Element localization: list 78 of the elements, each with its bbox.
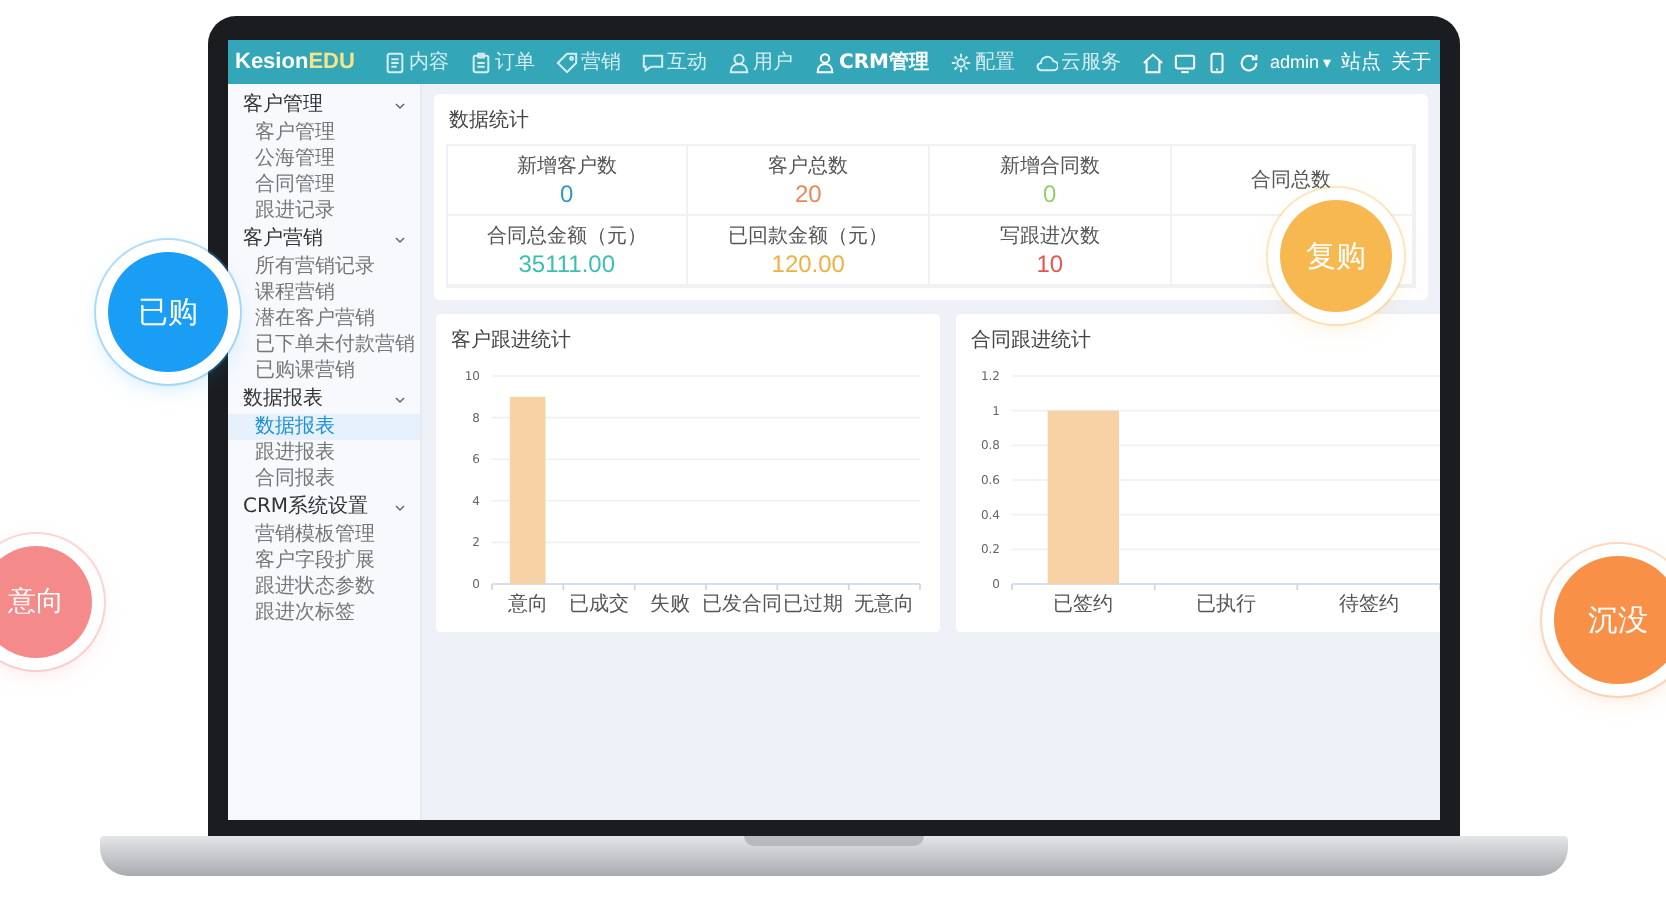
tag-bubble: 意向 bbox=[0, 546, 92, 658]
sidebar-item[interactable]: 已下单未付款营销 bbox=[227, 332, 419, 358]
chart-title: 客户跟进统计 bbox=[451, 327, 573, 354]
stat-label: 合同总数 bbox=[1251, 167, 1332, 194]
refresh-icon bbox=[1237, 51, 1260, 73]
sidebar-item[interactable]: 跟进报表 bbox=[227, 440, 419, 466]
sidebar-item[interactable]: 跟进状态参数 bbox=[227, 574, 419, 600]
sidebar-item[interactable]: 已购课营销 bbox=[227, 358, 419, 384]
sidebar-group-header[interactable]: 数据报表 bbox=[227, 384, 419, 414]
group-label: CRM系统设置 bbox=[243, 494, 369, 520]
sidebar-item[interactable]: 跟进记录 bbox=[227, 198, 419, 224]
nav-menu-item[interactable]: 订单 bbox=[461, 44, 543, 80]
nav-link[interactable]: 站点 bbox=[1341, 48, 1381, 76]
sidebar-item[interactable]: 营销模板管理 bbox=[227, 522, 419, 548]
stat-value: 0 bbox=[560, 182, 574, 208]
axis-category-label: 已过期 bbox=[782, 594, 842, 616]
sidebar-item[interactable]: 所有营销记录 bbox=[227, 254, 419, 280]
axis-category-label: 已执行 bbox=[1195, 594, 1255, 616]
sidebar-item[interactable]: 数据报表 bbox=[227, 414, 419, 440]
stat-value: 20 bbox=[794, 182, 822, 208]
axis-category-label: 意向 bbox=[506, 594, 547, 616]
stat-value: 10 bbox=[1036, 252, 1064, 278]
sidebar-item[interactable]: 客户管理 bbox=[227, 120, 419, 146]
axis-category-label: 已发合同 bbox=[700, 594, 781, 616]
home-icon bbox=[1141, 51, 1164, 73]
chart-title: 合同跟进统计 bbox=[971, 327, 1093, 354]
tag-bubble: 复购 bbox=[1280, 200, 1392, 312]
users-icon bbox=[813, 51, 835, 73]
axis-category-label: 失败 bbox=[649, 594, 690, 616]
axis-category-label: 无意向 bbox=[853, 594, 914, 616]
axis-category-label: 待签约 bbox=[1337, 594, 1398, 616]
gear-icon bbox=[949, 51, 971, 73]
chat-icon bbox=[641, 51, 663, 73]
caret-icon[interactable]: ▾ bbox=[1322, 53, 1331, 71]
tag-bubble: 沉没 bbox=[1554, 556, 1666, 684]
sidebar-group-header[interactable]: CRM系统设置 bbox=[227, 492, 419, 522]
user-icon bbox=[727, 51, 749, 73]
stat-label: 写跟进次数 bbox=[999, 223, 1100, 250]
cloud-icon bbox=[1035, 51, 1057, 73]
sidebar-item[interactable]: 客户字段扩展 bbox=[227, 548, 419, 574]
tag-bubble: 已购 bbox=[108, 252, 228, 372]
card-title: 数据统计 bbox=[449, 107, 531, 134]
logo: KesionEDU bbox=[235, 50, 357, 74]
tag-icon bbox=[555, 51, 577, 73]
group-label: 数据报表 bbox=[243, 386, 323, 412]
group-label: 客户管理 bbox=[243, 92, 323, 118]
nav-menu-item[interactable]: 配置 bbox=[941, 44, 1023, 80]
sidebar-item[interactable]: 公海管理 bbox=[227, 146, 419, 172]
sidebar-item[interactable]: 潜在客户营销 bbox=[227, 306, 419, 332]
nav-menu-item[interactable]: 云服务 bbox=[1027, 44, 1129, 80]
axis-category-label: 已签约 bbox=[1052, 594, 1113, 616]
sidebar-group-header[interactable]: 客户营销 bbox=[227, 224, 419, 254]
nav-menu-item[interactable]: 营销 bbox=[547, 44, 629, 80]
monitor-icon bbox=[1173, 51, 1196, 73]
document-icon bbox=[383, 51, 405, 73]
nav-link[interactable]: 关于 bbox=[1391, 48, 1431, 76]
stat-label: 合同总金额（元） bbox=[486, 223, 647, 250]
sidebar-item[interactable]: 跟进次标签 bbox=[227, 600, 419, 626]
stat-value: 0 bbox=[1043, 182, 1057, 208]
stat-label: 新增合同数 bbox=[999, 153, 1100, 180]
nav-menu-item[interactable]: 内容 bbox=[375, 44, 457, 80]
stat-label: 新增客户数 bbox=[516, 153, 617, 180]
sidebar-item[interactable]: 课程营销 bbox=[227, 280, 419, 306]
group-label: 客户营销 bbox=[243, 226, 323, 252]
phone-icon bbox=[1205, 51, 1228, 73]
nav-menu-item[interactable]: 用户 bbox=[719, 44, 801, 80]
sidebar-item[interactable]: 合同管理 bbox=[227, 172, 419, 198]
clipboard-icon bbox=[469, 51, 491, 73]
nav-menu-item[interactable]: 互动 bbox=[633, 44, 715, 80]
stat-label: 已回款金额（元） bbox=[728, 223, 889, 250]
stat-value: 35111.00 bbox=[518, 252, 616, 278]
stat-label: 客户总数 bbox=[768, 153, 849, 180]
stat-value: 120.00 bbox=[771, 252, 845, 278]
user-name[interactable]: admin bbox=[1269, 52, 1319, 72]
sidebar-item[interactable]: 合同报表 bbox=[227, 466, 419, 492]
sidebar-group-header[interactable]: 客户管理 bbox=[227, 90, 419, 120]
nav-menu-item[interactable]: CRM管理 bbox=[805, 44, 937, 80]
axis-category-label: 已成交 bbox=[568, 594, 628, 616]
